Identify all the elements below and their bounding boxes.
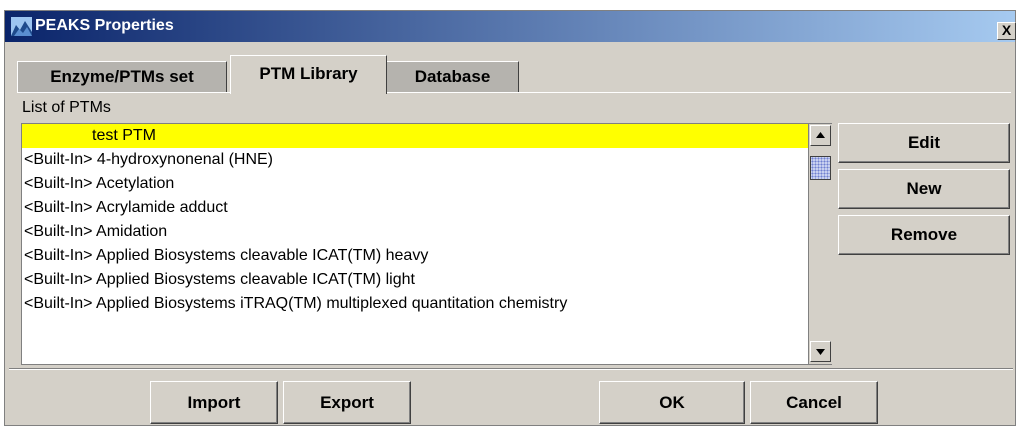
list-item[interactable]: <Built-In> 4-hydroxynonenal (HNE) [22,148,808,172]
peaks-mountain-icon [11,17,32,36]
window-title: PEAKS Properties [35,17,174,34]
remove-button[interactable]: Remove [838,215,1010,255]
properties-dialog: PEAKS Properties X Enzyme/PTMs set PTM L… [4,10,1016,426]
arrow-up-icon [816,132,825,138]
ok-button[interactable]: OK [599,381,745,424]
tab-ptm-library[interactable]: PTM Library [230,55,387,94]
scroll-thumb[interactable] [810,156,831,180]
close-icon: X [1001,22,1012,38]
list-item[interactable]: <Built-In> Applied Biosystems cleavable … [22,244,808,268]
close-button[interactable]: X [997,22,1016,40]
cancel-button[interactable]: Cancel [750,381,878,424]
list-item[interactable]: <Built-In> Applied Biosystems cleavable … [22,268,808,292]
tab-database[interactable]: Database [386,61,519,93]
new-button[interactable]: New [838,169,1010,209]
tab-enzyme-ptms-set[interactable]: Enzyme/PTMs set [17,61,227,93]
list-item[interactable]: <Built-In> Acrylamide adduct [22,196,808,220]
list-item-selected[interactable]: test PTM [22,124,808,148]
list-item[interactable]: <Built-In> Acetylation [22,172,808,196]
title-bar[interactable]: PEAKS Properties X [5,11,1016,42]
scroll-down-button[interactable] [810,341,831,362]
list-item[interactable]: <Built-In> Applied Biosystems iTRAQ(TM) … [22,292,808,316]
scroll-up-button[interactable] [810,125,831,146]
vertical-scrollbar[interactable] [808,124,832,364]
edit-button[interactable]: Edit [838,123,1010,163]
divider [9,368,1013,370]
import-button[interactable]: Import [150,381,278,424]
list-item[interactable]: <Built-In> Amidation [22,220,808,244]
ptm-list[interactable]: test PTM <Built-In> 4-hydroxynonenal (HN… [21,123,832,365]
list-of-ptms-label: List of PTMs [22,99,111,116]
arrow-down-icon [816,349,825,355]
export-button[interactable]: Export [283,381,411,424]
